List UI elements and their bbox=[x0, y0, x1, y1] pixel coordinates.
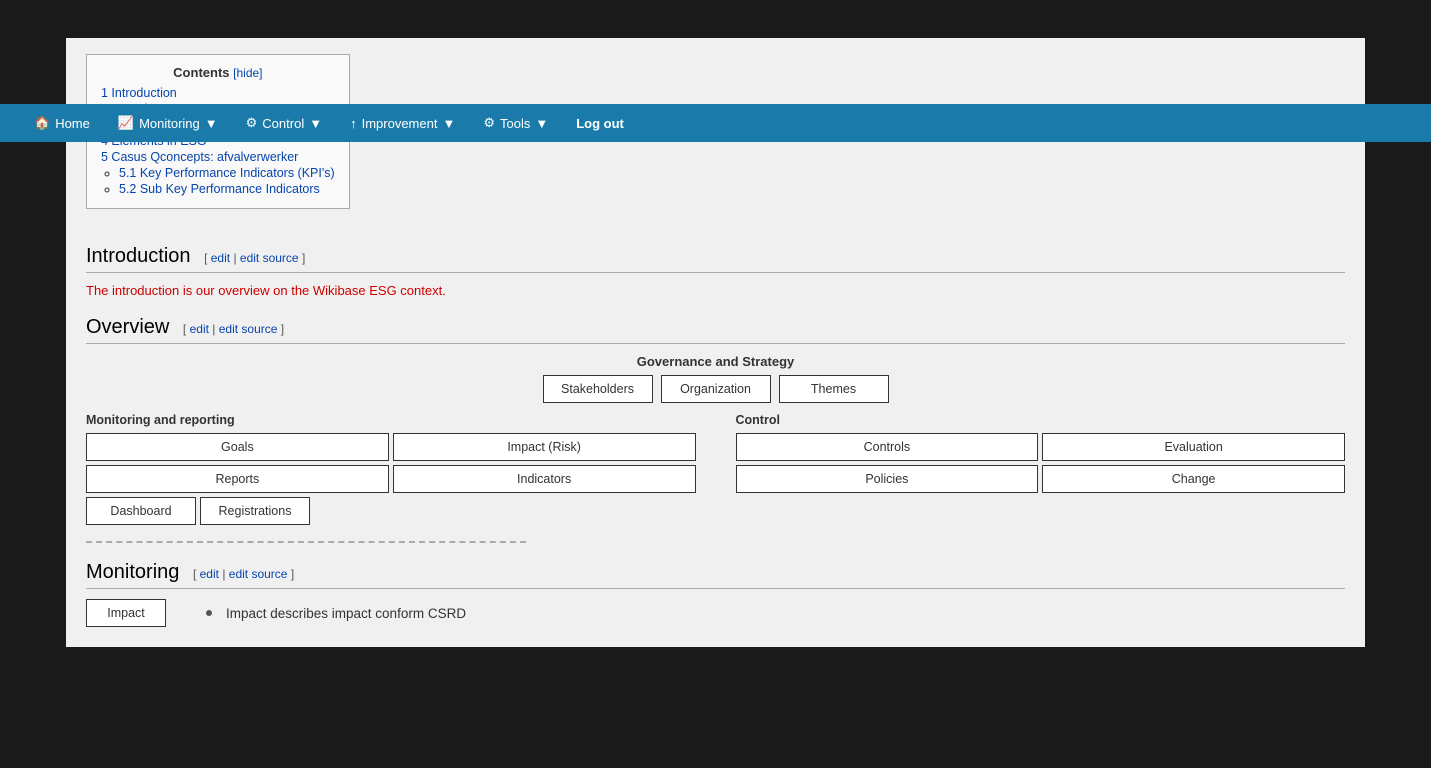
chevron-down-icon: ▼ bbox=[205, 116, 218, 131]
toc-link-5[interactable]: 5 Casus Qconcepts: afvalverwerker bbox=[101, 150, 298, 164]
monitoring-reporting-section: Monitoring and reporting Goals Impact (R… bbox=[86, 413, 696, 525]
chevron-down-icon: ▼ bbox=[309, 116, 322, 131]
controls-box[interactable]: Controls bbox=[736, 433, 1039, 461]
monitoring-edit-links: [ edit | edit source ] bbox=[193, 567, 294, 581]
indicators-box[interactable]: Indicators bbox=[393, 465, 696, 493]
navbar: 🏠 Home 📈 Monitoring ▼ ⚙ Control ▼ ↑ Impr… bbox=[0, 104, 1431, 142]
section-divider bbox=[86, 541, 526, 543]
introduction-heading: Introduction [ edit | edit source ] bbox=[86, 245, 1345, 273]
organization-box[interactable]: Organization bbox=[661, 375, 771, 403]
standalone-row: Dashboard Registrations bbox=[86, 497, 696, 525]
impact-risk-box[interactable]: Impact (Risk) bbox=[393, 433, 696, 461]
toc-title: Contents [hide] bbox=[101, 65, 335, 80]
toc-item-5: 5 Casus Qconcepts: afvalverwerker 5.1 Ke… bbox=[101, 150, 335, 196]
improvement-icon: ↑ bbox=[350, 116, 357, 131]
overview-diagram: Governance and Strategy Stakeholders Org… bbox=[86, 354, 1345, 525]
monitoring-edit-source-link[interactable]: edit source bbox=[229, 567, 288, 581]
control-icon: ⚙ bbox=[246, 115, 258, 131]
monitoring-impact-box[interactable]: Impact bbox=[86, 599, 166, 627]
nav-home[interactable]: 🏠 Home bbox=[20, 104, 104, 142]
introduction-edit-link[interactable]: edit bbox=[211, 251, 230, 265]
monitoring-control-split: Monitoring and reporting Goals Impact (R… bbox=[86, 413, 1345, 525]
nav-improvement[interactable]: ↑ Improvement ▼ bbox=[336, 104, 469, 142]
toc-sublist-5: 5.1 Key Performance Indicators (KPI's) 5… bbox=[119, 166, 335, 196]
toc-item-1: 1 Introduction bbox=[101, 86, 335, 100]
monitoring-grid: Goals Impact (Risk) Reports Indicators bbox=[86, 433, 696, 493]
monitoring-icon: 📈 bbox=[118, 115, 134, 131]
introduction-text: The introduction is our overview on the … bbox=[86, 283, 1345, 298]
reports-box[interactable]: Reports bbox=[86, 465, 389, 493]
governance-row: Stakeholders Organization Themes bbox=[86, 375, 1345, 403]
introduction-edit-links: [ edit | edit source ] bbox=[204, 251, 305, 265]
policies-box[interactable]: Policies bbox=[736, 465, 1039, 493]
bullet-icon bbox=[206, 610, 212, 616]
stakeholders-box[interactable]: Stakeholders bbox=[543, 375, 653, 403]
monitoring-description: Impact describes impact conform CSRD bbox=[206, 606, 466, 621]
control-section: Control Controls Evaluation Policies Cha… bbox=[736, 413, 1346, 525]
governance-label: Governance and Strategy bbox=[86, 354, 1345, 369]
nav-monitoring[interactable]: 📈 Monitoring ▼ bbox=[104, 104, 232, 142]
toc-link-5-2[interactable]: 5.2 Sub Key Performance Indicators bbox=[119, 182, 320, 196]
monitoring-edit-link[interactable]: edit bbox=[200, 567, 219, 581]
home-icon: 🏠 bbox=[34, 115, 50, 131]
overview-edit-links: [ edit | edit source ] bbox=[183, 322, 284, 336]
control-label: Control bbox=[736, 413, 1346, 427]
overview-heading: Overview [ edit | edit source ] bbox=[86, 316, 1345, 344]
introduction-edit-source-link[interactable]: edit source bbox=[240, 251, 299, 265]
nav-control[interactable]: ⚙ Control ▼ bbox=[232, 104, 336, 142]
monitoring-reporting-label: Monitoring and reporting bbox=[86, 413, 696, 427]
dashboard-box[interactable]: Dashboard bbox=[86, 497, 196, 525]
monitoring-heading: Monitoring [ edit | edit source ] bbox=[86, 561, 1345, 589]
goals-box[interactable]: Goals bbox=[86, 433, 389, 461]
nav-logout[interactable]: Log out bbox=[562, 104, 638, 142]
chevron-down-icon: ▼ bbox=[535, 116, 548, 131]
registrations-box[interactable]: Registrations bbox=[200, 497, 310, 525]
overview-edit-source-link[interactable]: edit source bbox=[219, 322, 278, 336]
control-grid: Controls Evaluation Policies Change bbox=[736, 433, 1346, 493]
nav-tools[interactable]: ⚙ Tools ▼ bbox=[469, 104, 562, 142]
toc-item-5-2: 5.2 Sub Key Performance Indicators bbox=[119, 182, 335, 196]
monitoring-desc-text: Impact describes impact conform CSRD bbox=[226, 606, 466, 621]
monitoring-section: Impact Impact describes impact conform C… bbox=[86, 599, 1345, 627]
toc-hide-button[interactable]: [hide] bbox=[233, 66, 262, 80]
toc-item-5-1: 5.1 Key Performance Indicators (KPI's) bbox=[119, 166, 335, 180]
toc-link-5-1[interactable]: 5.1 Key Performance Indicators (KPI's) bbox=[119, 166, 335, 180]
chevron-down-icon: ▼ bbox=[442, 116, 455, 131]
tools-icon: ⚙ bbox=[483, 115, 495, 131]
toc-link-1[interactable]: 1 Introduction bbox=[101, 86, 177, 100]
overview-edit-link[interactable]: edit bbox=[190, 322, 209, 336]
change-box[interactable]: Change bbox=[1042, 465, 1345, 493]
themes-box[interactable]: Themes bbox=[779, 375, 889, 403]
evaluation-box[interactable]: Evaluation bbox=[1042, 433, 1345, 461]
